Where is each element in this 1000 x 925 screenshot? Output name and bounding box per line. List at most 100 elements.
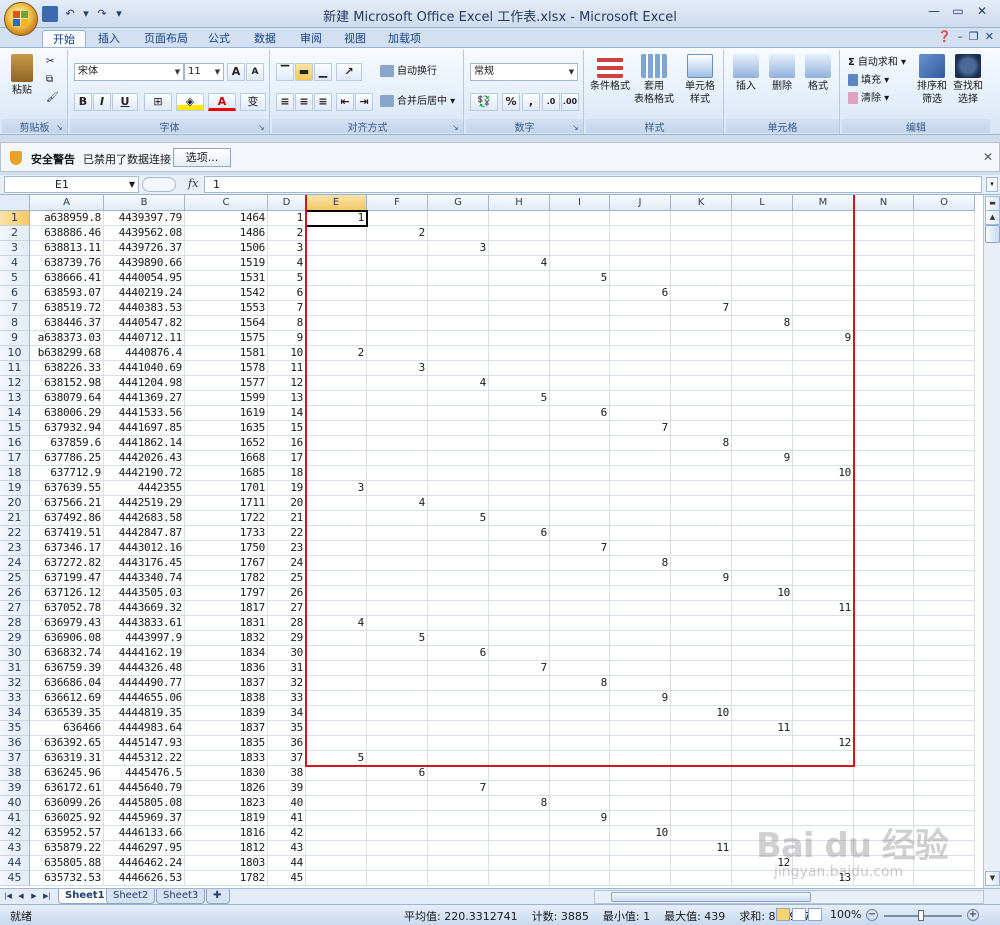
cell-c[interactable]: 1578: [185, 361, 268, 376]
cell-empty[interactable]: [793, 526, 854, 541]
cell-d[interactable]: 19: [268, 481, 306, 496]
cell-empty[interactable]: [914, 496, 975, 511]
cell-value[interactable]: 13: [793, 871, 854, 886]
cell-empty[interactable]: [914, 316, 975, 331]
cell-empty[interactable]: [367, 316, 428, 331]
align-top-icon[interactable]: ▔: [276, 63, 294, 81]
cell-empty[interactable]: [732, 826, 793, 841]
cell-empty[interactable]: [854, 721, 914, 736]
cell-empty[interactable]: [306, 556, 367, 571]
cell-empty[interactable]: [914, 361, 975, 376]
cell-value[interactable]: 5: [428, 511, 489, 526]
cell-d[interactable]: 45: [268, 871, 306, 886]
cell-empty[interactable]: [610, 856, 671, 871]
cell-empty[interactable]: [732, 271, 793, 286]
column-header-a[interactable]: A: [30, 195, 104, 211]
cell-empty[interactable]: [306, 316, 367, 331]
cell-empty[interactable]: [671, 811, 732, 826]
cell-empty[interactable]: [306, 571, 367, 586]
cell-empty[interactable]: [732, 346, 793, 361]
column-header-o[interactable]: O: [914, 195, 975, 211]
cell-empty[interactable]: [914, 661, 975, 676]
cell-a[interactable]: a638373.03: [30, 331, 104, 346]
cell-c[interactable]: 1836: [185, 661, 268, 676]
cell-value[interactable]: 7: [550, 541, 610, 556]
cell-empty[interactable]: [793, 646, 854, 661]
cell-empty[interactable]: [671, 856, 732, 871]
workbook-close-icon[interactable]: ✕: [985, 30, 994, 43]
cell-a[interactable]: 636319.31: [30, 751, 104, 766]
cell-empty[interactable]: [550, 601, 610, 616]
cell-empty[interactable]: [367, 586, 428, 601]
cell-empty[interactable]: [306, 466, 367, 481]
cell-empty[interactable]: [671, 601, 732, 616]
cell-empty[interactable]: [732, 781, 793, 796]
cell-empty[interactable]: [793, 406, 854, 421]
minimize-icon[interactable]: —: [922, 2, 946, 20]
cell-a[interactable]: 637419.51: [30, 526, 104, 541]
cell-value[interactable]: 6: [367, 766, 428, 781]
cell-empty[interactable]: [793, 841, 854, 856]
cell-d[interactable]: 17: [268, 451, 306, 466]
cell-empty[interactable]: [793, 316, 854, 331]
cell-empty[interactable]: [306, 706, 367, 721]
cell-value[interactable]: 9: [732, 451, 793, 466]
cell-empty[interactable]: [610, 316, 671, 331]
cell-a[interactable]: 635952.57: [30, 826, 104, 841]
cell-empty[interactable]: [428, 436, 489, 451]
cell-c[interactable]: 1619: [185, 406, 268, 421]
cell-empty[interactable]: [854, 301, 914, 316]
cell-a[interactable]: 637712.9: [30, 466, 104, 481]
row-header[interactable]: 37: [0, 751, 30, 766]
cell-empty[interactable]: [914, 286, 975, 301]
cell-empty[interactable]: [793, 796, 854, 811]
cell-empty[interactable]: [671, 331, 732, 346]
cell-empty[interactable]: [367, 871, 428, 886]
cell-c[interactable]: 1581: [185, 346, 268, 361]
cell-empty[interactable]: [428, 541, 489, 556]
cell-empty[interactable]: [732, 331, 793, 346]
cell-empty[interactable]: [793, 676, 854, 691]
cell-a[interactable]: 637052.78: [30, 601, 104, 616]
cell-empty[interactable]: [489, 511, 550, 526]
cell-empty[interactable]: [550, 556, 610, 571]
row-header[interactable]: 1: [0, 211, 30, 226]
cell-value[interactable]: 5: [367, 631, 428, 646]
row-header[interactable]: 15: [0, 421, 30, 436]
cell-empty[interactable]: [914, 811, 975, 826]
cell-value[interactable]: 12: [793, 736, 854, 751]
insert-cells-button[interactable]: 插入: [728, 54, 764, 93]
cell-empty[interactable]: [671, 391, 732, 406]
cell-empty[interactable]: [793, 826, 854, 841]
cell-empty[interactable]: [732, 241, 793, 256]
phonetic-button[interactable]: 变: [240, 93, 266, 111]
cell-empty[interactable]: [550, 301, 610, 316]
cell-empty[interactable]: [854, 691, 914, 706]
cell-b[interactable]: 4444983.64: [104, 721, 185, 736]
row-header[interactable]: 39: [0, 781, 30, 796]
cell-empty[interactable]: [428, 466, 489, 481]
cell-empty[interactable]: [428, 826, 489, 841]
cell-empty[interactable]: [428, 451, 489, 466]
cell-empty[interactable]: [306, 541, 367, 556]
cell-a[interactable]: 638079.64: [30, 391, 104, 406]
cell-value[interactable]: 8: [550, 676, 610, 691]
tab-home[interactable]: 开始: [42, 30, 86, 48]
cell-empty[interactable]: [489, 856, 550, 871]
cell-empty[interactable]: [306, 661, 367, 676]
cell-empty[interactable]: [306, 301, 367, 316]
cell-empty[interactable]: [854, 511, 914, 526]
cell-empty[interactable]: [914, 676, 975, 691]
cell-empty[interactable]: [550, 496, 610, 511]
cell-empty[interactable]: [854, 586, 914, 601]
format-cells-button[interactable]: 格式: [800, 54, 836, 93]
cell-empty[interactable]: [306, 436, 367, 451]
cell-c[interactable]: 1834: [185, 646, 268, 661]
cell-empty[interactable]: [610, 706, 671, 721]
cell-empty[interactable]: [610, 271, 671, 286]
cell-empty[interactable]: [732, 256, 793, 271]
cell-empty[interactable]: [489, 706, 550, 721]
cell-empty[interactable]: [428, 691, 489, 706]
cell-empty[interactable]: [550, 466, 610, 481]
cell-empty[interactable]: [367, 376, 428, 391]
